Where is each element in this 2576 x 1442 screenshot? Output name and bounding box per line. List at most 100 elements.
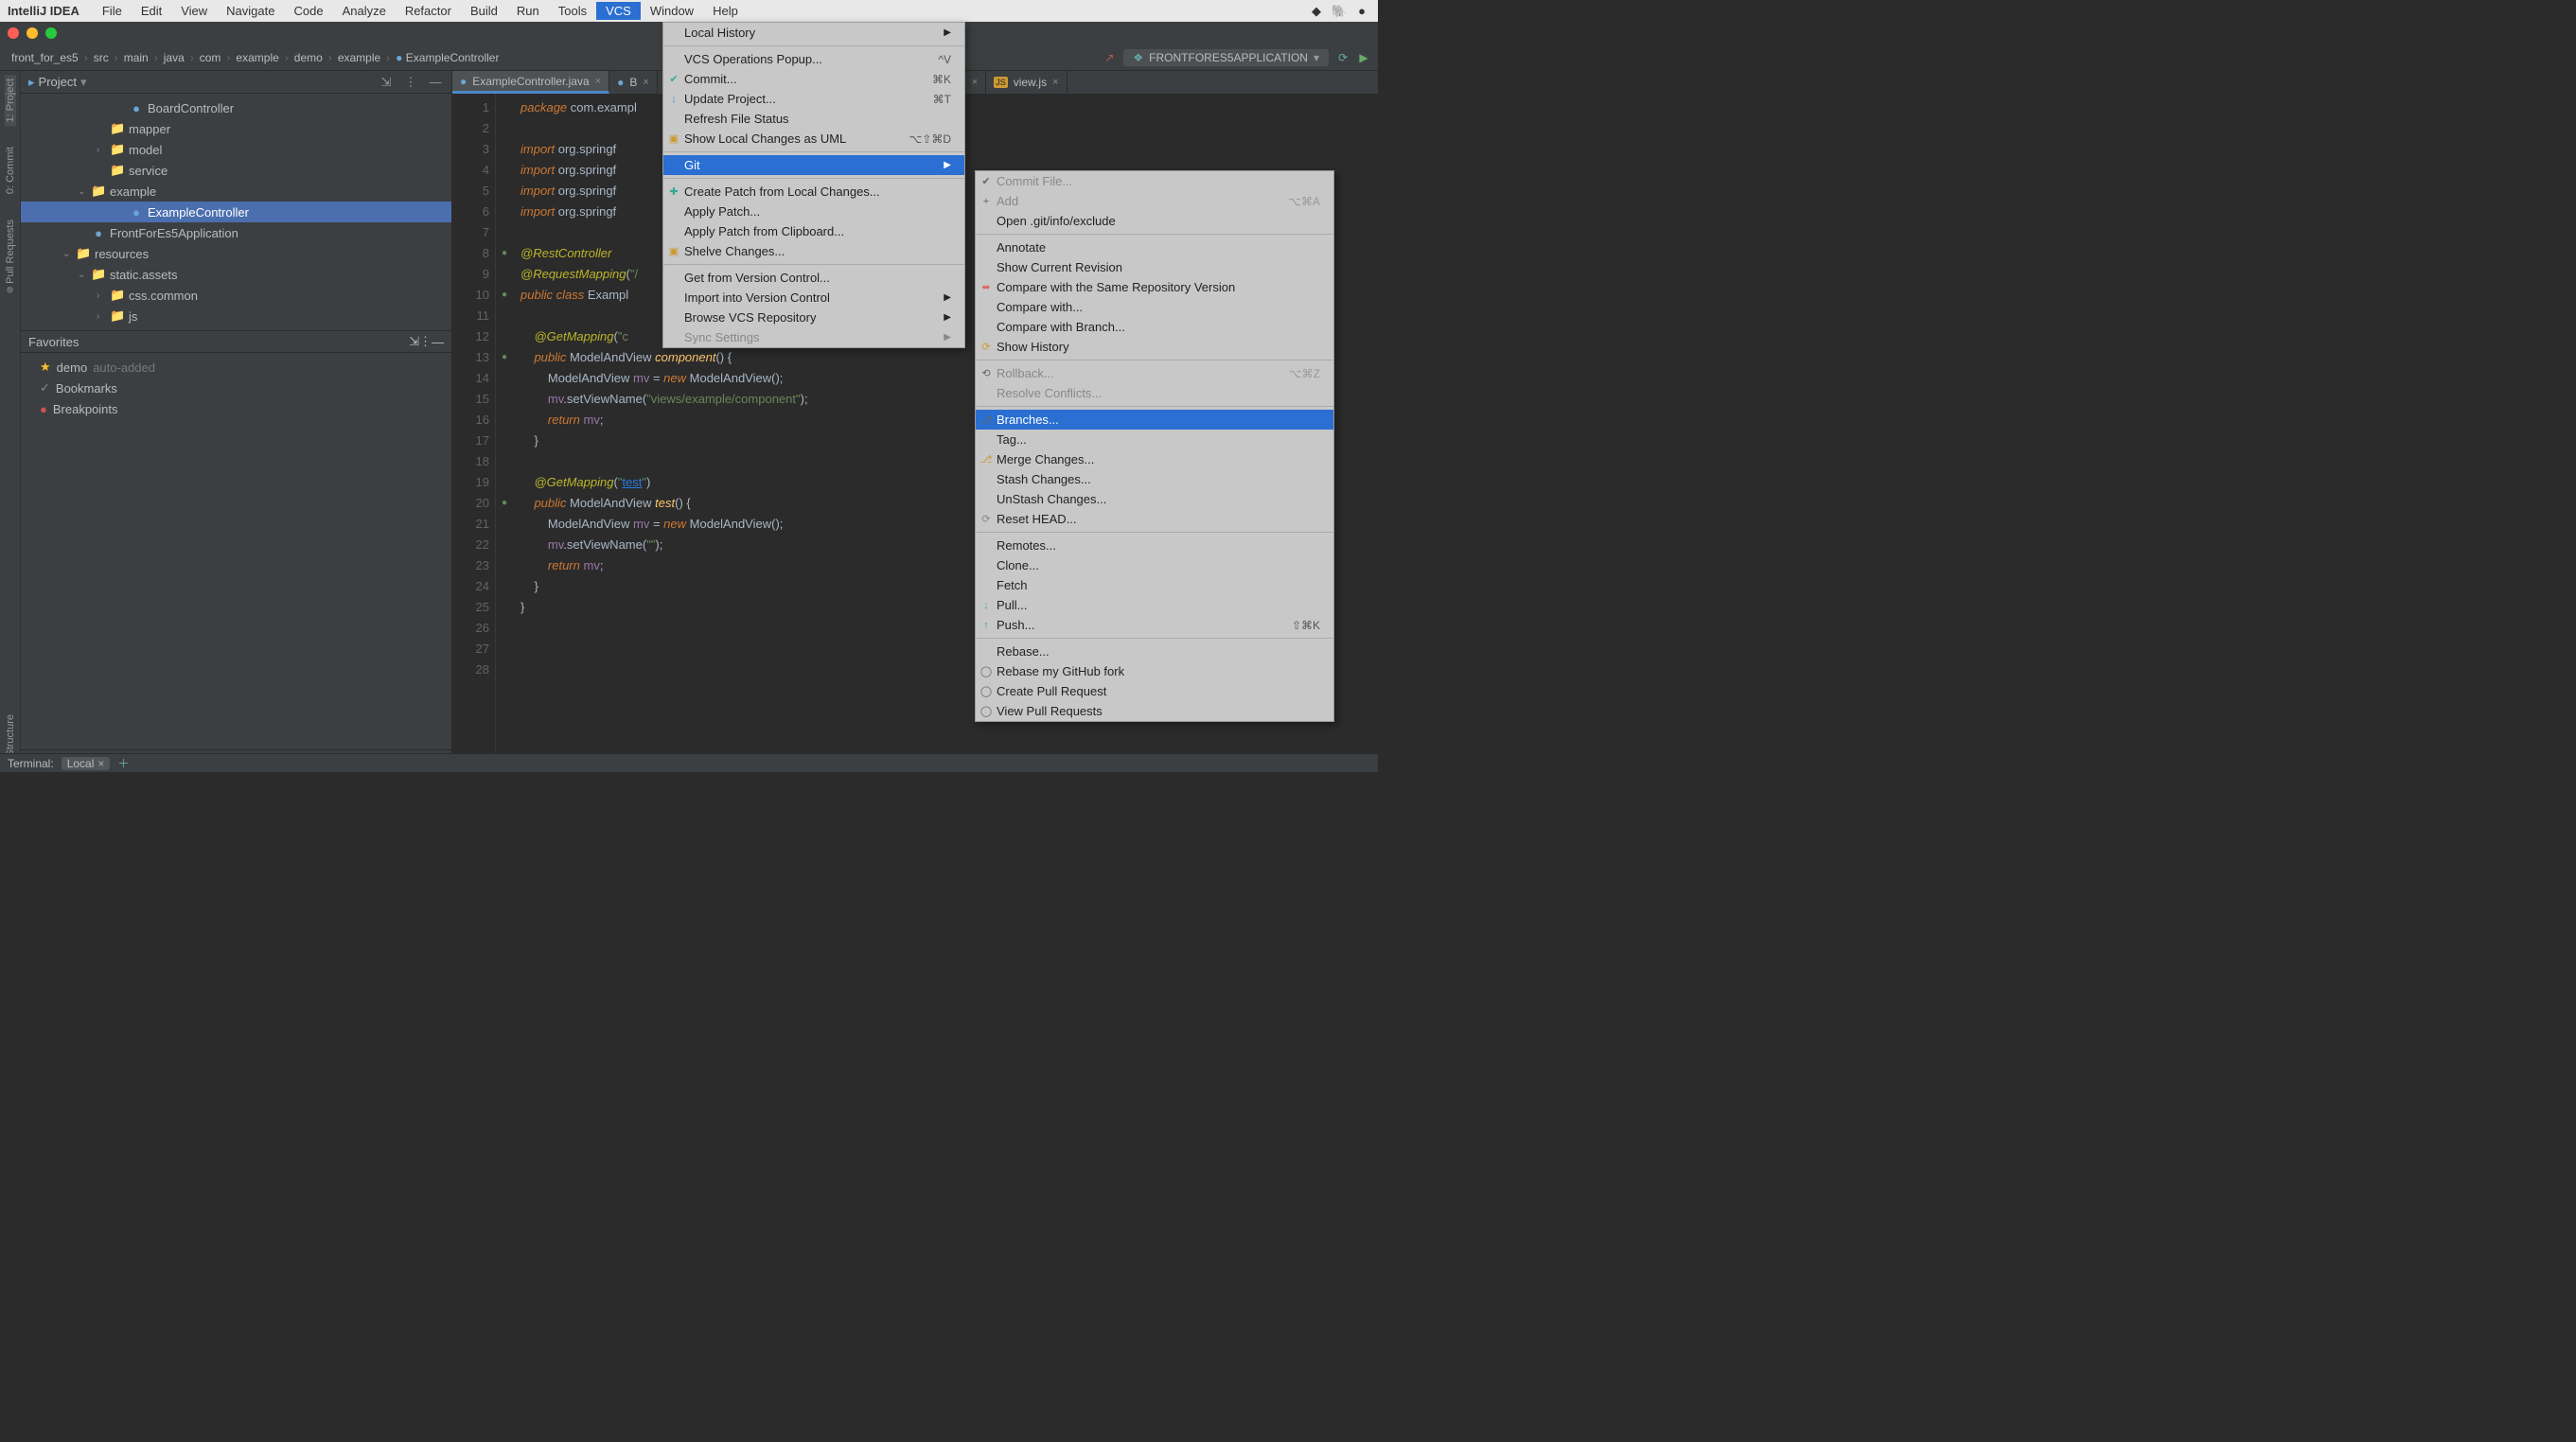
side-tab-commit[interactable]: 0: Commit xyxy=(5,143,16,198)
hammer-icon[interactable]: ↗ xyxy=(1103,51,1116,64)
collapse-icon[interactable]: ⇲ xyxy=(378,75,395,90)
menu-item[interactable]: ⎇Branches... xyxy=(976,410,1333,430)
menu-item[interactable]: ↑Push...⇧⌘K xyxy=(976,615,1333,635)
tree-item[interactable]: ●FrontForEs5Application xyxy=(21,222,451,243)
run-config[interactable]: ↗ ❖ FRONTFORES5APPLICATION ▾ ⟳ ▶ xyxy=(1103,49,1370,66)
close-window-icon[interactable] xyxy=(8,27,19,39)
menu-item[interactable]: Local History▶ xyxy=(663,23,964,43)
menu-item[interactable]: ▣Shelve Changes... xyxy=(663,241,964,261)
close-icon[interactable]: × xyxy=(643,77,648,88)
menu-item[interactable]: ◯Rebase my GitHub fork xyxy=(976,661,1333,681)
menu-item[interactable]: Clone... xyxy=(976,555,1333,575)
side-tab-project[interactable]: 1: Project xyxy=(5,75,16,126)
menu-item[interactable]: Tag... xyxy=(976,430,1333,449)
side-tab-pull-requests[interactable]: ⊙ Pull Requests xyxy=(4,216,16,297)
breadcrumb-item[interactable]: src xyxy=(90,51,113,64)
menu-item[interactable]: ◯Create Pull Request xyxy=(976,681,1333,701)
favorite-item[interactable]: ★demo auto-added xyxy=(21,357,451,378)
menu-item[interactable]: Refresh File Status xyxy=(663,109,964,129)
close-icon[interactable]: × xyxy=(1052,77,1058,88)
tree-item[interactable]: ⌄📁example xyxy=(21,181,451,202)
tree-item[interactable]: 📁mapper xyxy=(21,118,451,139)
project-panel-title[interactable]: ▸ Project ▾ xyxy=(28,75,87,90)
tree-item[interactable]: ⌄📁static.assets xyxy=(21,264,451,285)
menu-item[interactable]: Show Current Revision xyxy=(976,257,1333,277)
settings-icon[interactable]: ⋮ xyxy=(419,334,432,349)
menu-item[interactable]: ✔Commit...⌘K xyxy=(663,69,964,89)
favorite-item[interactable]: ✓Bookmarks xyxy=(21,378,451,398)
hide-icon[interactable]: — xyxy=(427,75,444,89)
breadcrumb-item[interactable]: ● ExampleController xyxy=(392,51,503,64)
tree-item[interactable]: 📁service xyxy=(21,160,451,181)
menu-item[interactable]: Compare with Branch... xyxy=(976,317,1333,337)
menu-item[interactable]: Browse VCS Repository▶ xyxy=(663,308,964,327)
menu-item[interactable]: UnStash Changes... xyxy=(976,489,1333,509)
tree-item[interactable]: ›📁js xyxy=(21,306,451,326)
terminal-tab[interactable]: Local × xyxy=(62,757,111,770)
menu-build[interactable]: Build xyxy=(461,2,507,20)
breadcrumb-item[interactable]: demo xyxy=(291,51,326,64)
traffic-lights[interactable] xyxy=(8,27,57,39)
menu-item[interactable]: Remotes... xyxy=(976,536,1333,555)
menu-analyze[interactable]: Analyze xyxy=(333,2,396,20)
menu-item[interactable]: ⟳Show History xyxy=(976,337,1333,357)
menu-item[interactable]: Fetch xyxy=(976,575,1333,595)
menu-item[interactable]: Open .git/info/exclude xyxy=(976,211,1333,231)
menu-item[interactable]: ⎇Merge Changes... xyxy=(976,449,1333,469)
minimize-window-icon[interactable] xyxy=(26,27,38,39)
collapse-icon[interactable]: ⇲ xyxy=(409,334,419,349)
menu-navigate[interactable]: Navigate xyxy=(217,2,284,20)
menu-item[interactable]: Compare with... xyxy=(976,297,1333,317)
breadcrumb-item[interactable]: front_for_es5 xyxy=(8,51,82,64)
tree-item[interactable]: ●ExampleController xyxy=(21,202,451,222)
project-tree[interactable]: ●BoardController📁mapper›📁model📁service⌄📁… xyxy=(21,94,451,330)
menu-edit[interactable]: Edit xyxy=(132,2,171,20)
close-icon[interactable]: × xyxy=(97,757,104,770)
tray-icon-3[interactable]: ● xyxy=(1353,3,1370,20)
menu-item[interactable]: ✚Create Patch from Local Changes... xyxy=(663,182,964,202)
menu-item[interactable]: VCS Operations Popup...^V xyxy=(663,49,964,69)
run-config-selector[interactable]: ❖ FRONTFORES5APPLICATION ▾ xyxy=(1123,49,1329,66)
breadcrumb-item[interactable]: main xyxy=(120,51,152,64)
menu-item[interactable]: ⟳Reset HEAD... xyxy=(976,509,1333,529)
menu-item[interactable]: Import into Version Control▶ xyxy=(663,288,964,308)
vcs-menu[interactable]: Local History▶ VCS Operations Popup...^V✔… xyxy=(662,22,965,348)
tray-icon-2[interactable]: 🐘 xyxy=(1331,3,1348,20)
menu-item[interactable]: Apply Patch... xyxy=(663,202,964,221)
tree-item[interactable]: ●BoardController xyxy=(21,97,451,118)
menu-item[interactable]: ↓Pull... xyxy=(976,595,1333,615)
menu-view[interactable]: View xyxy=(171,2,217,20)
favorites-list[interactable]: ★demo auto-added✓Bookmarks●Breakpoints xyxy=(21,353,451,423)
menu-tools[interactable]: Tools xyxy=(549,2,596,20)
terminal-bar[interactable]: Terminal: Local × ＋ xyxy=(0,753,1378,772)
menu-item[interactable]: ⬌Compare with the Same Repository Versio… xyxy=(976,277,1333,297)
tray-icon-1[interactable]: ◆ xyxy=(1308,3,1325,20)
zoom-window-icon[interactable] xyxy=(45,27,57,39)
menu-run[interactable]: Run xyxy=(507,2,549,20)
breadcrumb[interactable]: front_for_es5›src›main›java›com›example›… xyxy=(8,51,503,64)
close-icon[interactable]: × xyxy=(595,76,601,87)
breadcrumb-item[interactable]: java xyxy=(160,51,188,64)
menu-item[interactable]: Get from Version Control... xyxy=(663,268,964,288)
tree-item[interactable]: ›📁css.common xyxy=(21,285,451,306)
menu-vcs[interactable]: VCS xyxy=(596,2,641,20)
tree-item[interactable]: ⌄📁resources xyxy=(21,243,451,264)
favorite-item[interactable]: ●Breakpoints xyxy=(21,398,451,419)
run-icon[interactable]: ▶ xyxy=(1357,51,1370,64)
menu-item[interactable]: Rebase... xyxy=(976,642,1333,661)
menu-item[interactable]: Annotate xyxy=(976,237,1333,257)
hide-icon[interactable]: — xyxy=(432,335,444,349)
menu-item[interactable]: Git▶ xyxy=(663,155,964,175)
menu-window[interactable]: Window xyxy=(641,2,703,20)
menu-refactor[interactable]: Refactor xyxy=(396,2,461,20)
settings-icon[interactable]: ⋮ xyxy=(402,75,419,90)
close-icon[interactable]: × xyxy=(972,77,978,88)
menu-item[interactable]: Stash Changes... xyxy=(976,469,1333,489)
editor-tab[interactable]: ●ExampleController.java× xyxy=(452,71,609,94)
editor-tab[interactable]: ●B× xyxy=(609,71,658,94)
menu-item[interactable]: ↓Update Project...⌘T xyxy=(663,89,964,109)
menu-code[interactable]: Code xyxy=(284,2,332,20)
menu-help[interactable]: Help xyxy=(703,2,748,20)
menu-item[interactable]: ◯View Pull Requests xyxy=(976,701,1333,721)
git-submenu[interactable]: ✔Commit File...+Add⌥⌘AOpen .git/info/exc… xyxy=(975,170,1334,722)
